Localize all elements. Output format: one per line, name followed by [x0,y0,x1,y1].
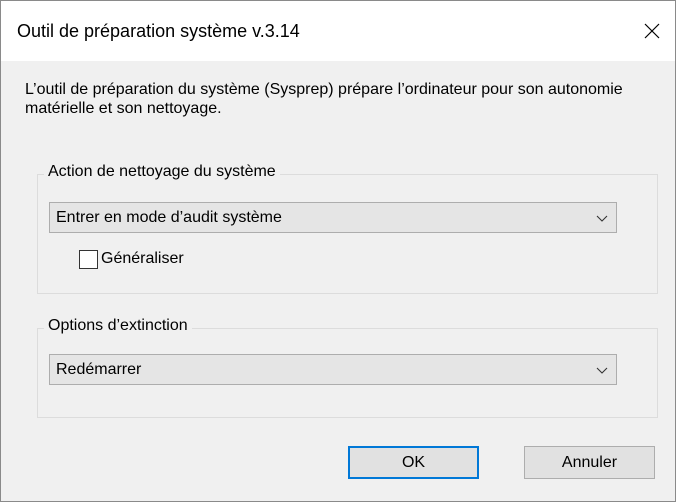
shutdown-options-value: Redémarrer [56,361,142,378]
close-button[interactable] [629,1,675,61]
window-title: Outil de préparation système v.3.14 [17,21,300,41]
chevron-down-icon [596,215,608,222]
ok-button[interactable]: OK [348,446,479,479]
shutdown-options-dropdown[interactable]: Redémarrer [49,354,617,385]
sysprep-dialog: Outil de préparation système v.3.14 L’ou… [0,0,676,502]
cancel-button[interactable]: Annuler [524,446,655,479]
close-icon [644,23,660,39]
cleanup-action-group: Action de nettoyage du système Entrer en… [37,162,658,294]
generalize-option[interactable]: Généraliser [79,248,184,270]
description-text: L’outil de préparation du système (Syspr… [25,81,623,117]
cleanup-action-value: Entrer en mode d’audit système [56,209,282,226]
shutdown-options-legend: Options d’extinction [44,316,192,336]
cleanup-action-legend: Action de nettoyage du système [44,162,280,182]
generalize-checkbox[interactable] [79,249,98,269]
generalize-label[interactable]: Généraliser [101,249,184,269]
cleanup-action-dropdown[interactable]: Entrer en mode d’audit système [49,202,617,233]
title-bar[interactable]: Outil de préparation système v.3.14 [1,1,675,61]
shutdown-options-group: Options d’extinction Redémarrer [37,316,658,418]
chevron-down-icon [596,367,608,374]
